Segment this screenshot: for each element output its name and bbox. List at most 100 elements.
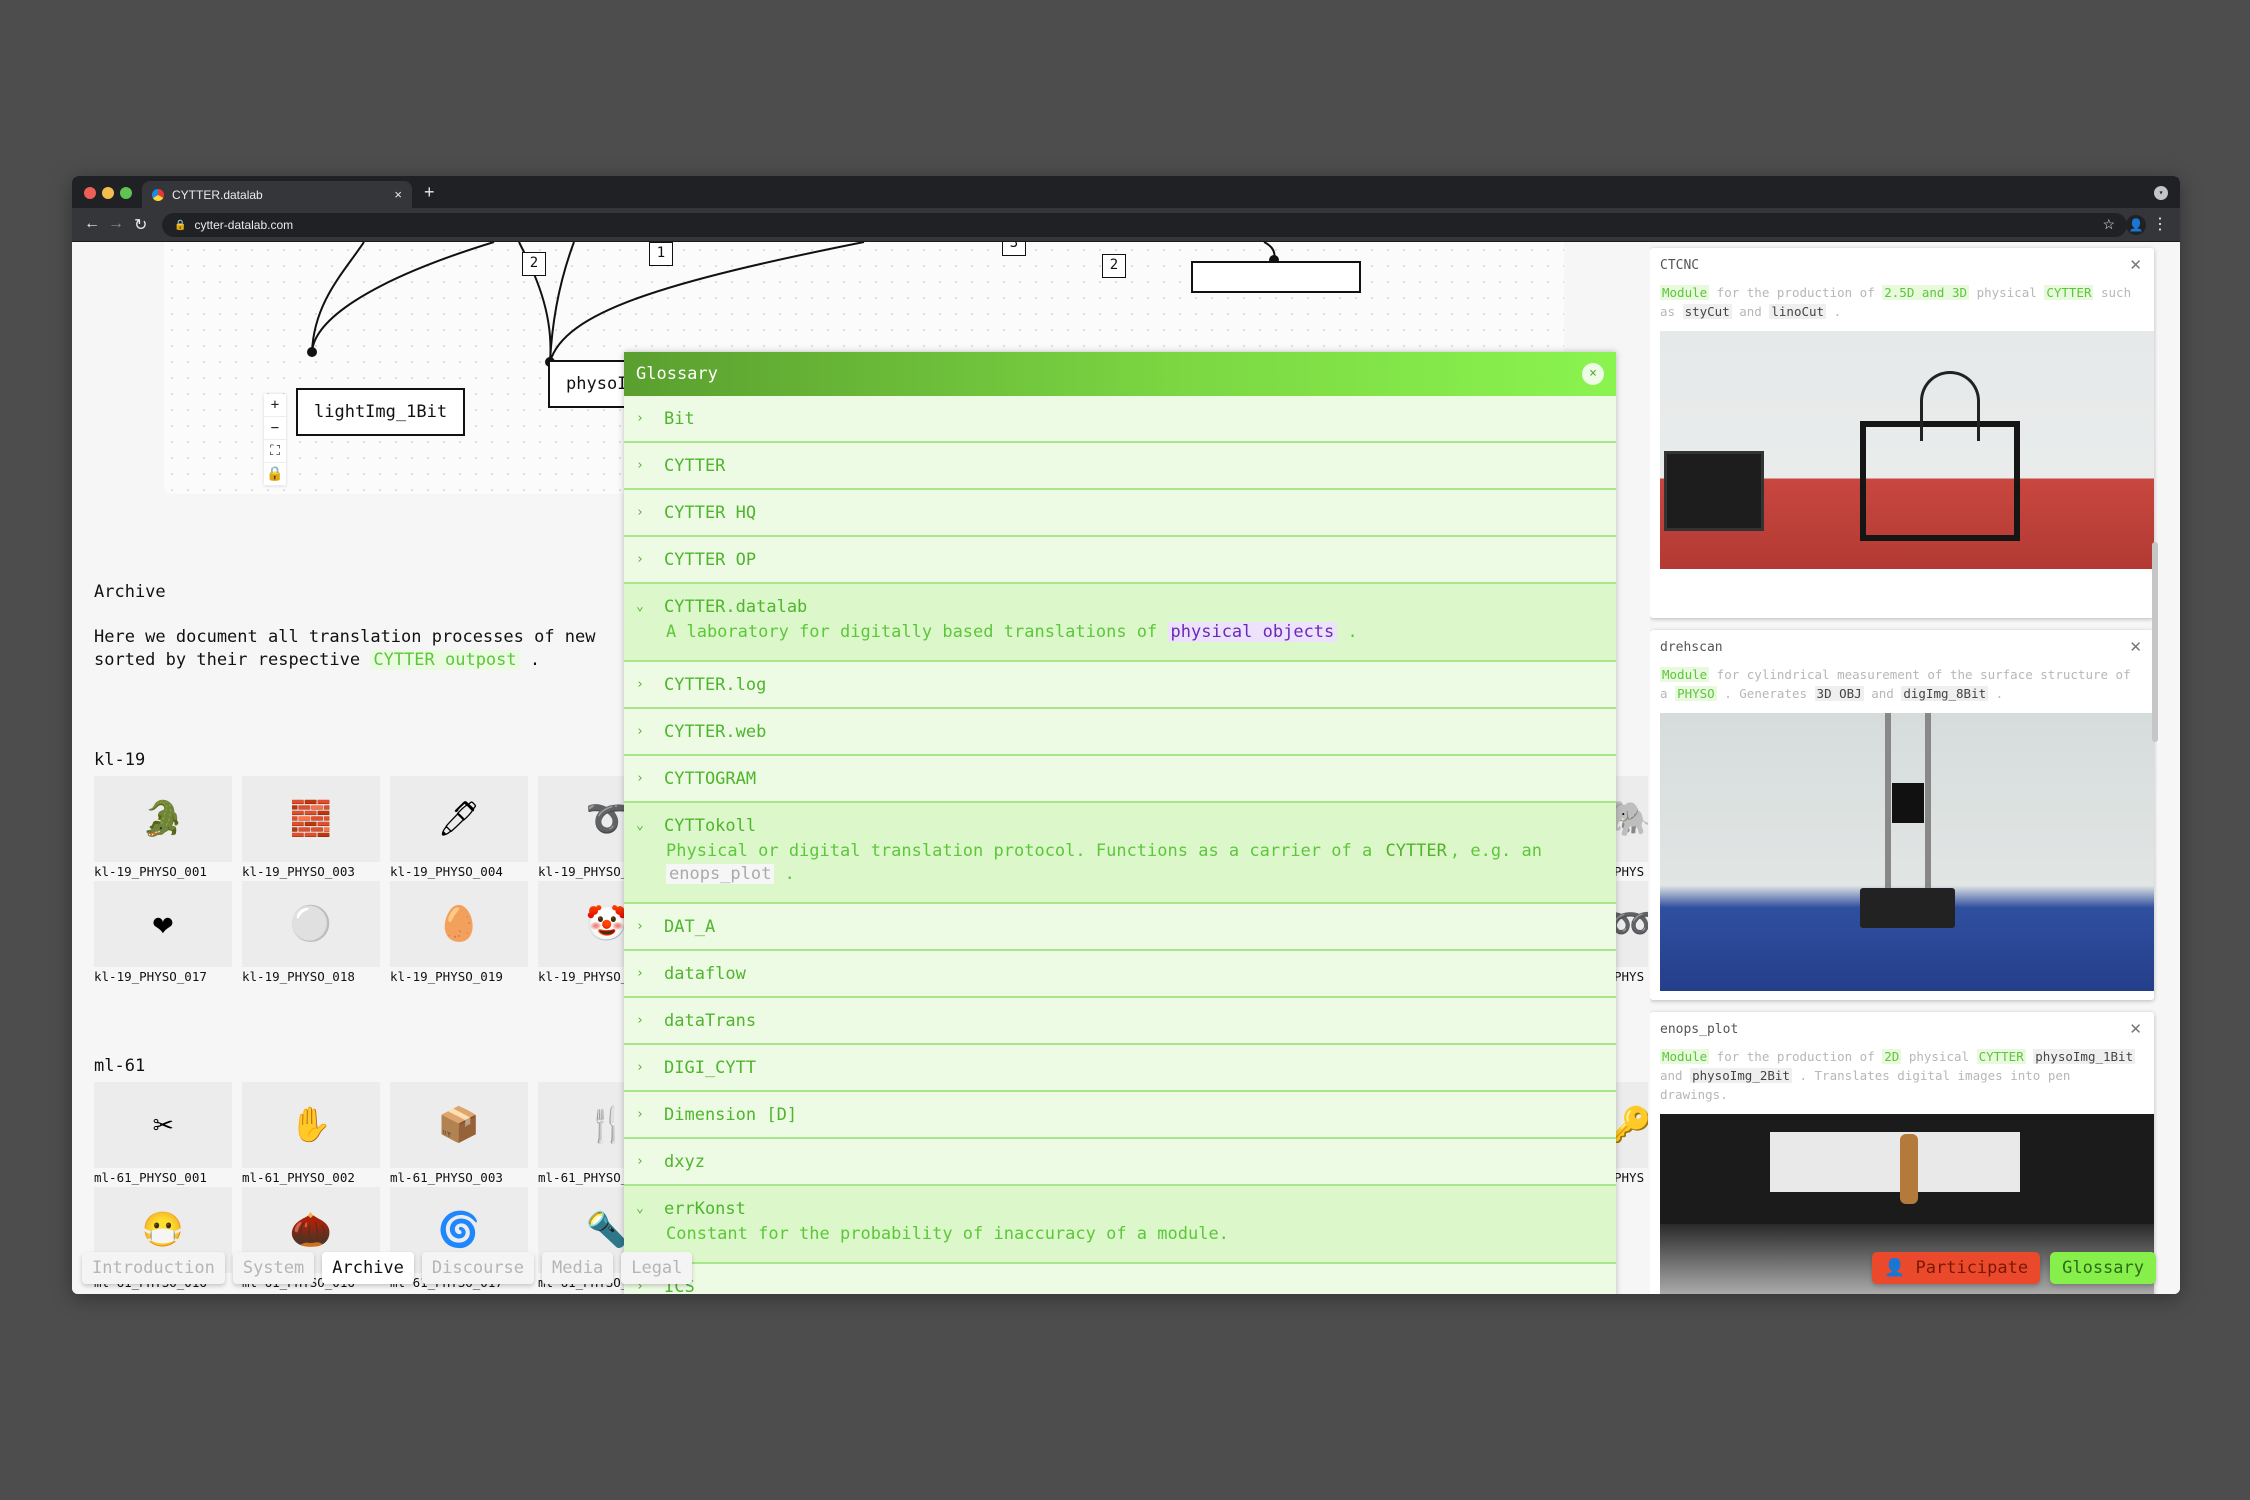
term-chip[interactable]: CYTTER: [1976, 1049, 2026, 1064]
card-close-icon[interactable]: ✕: [2129, 1020, 2142, 1038]
term-chip[interactable]: styCut: [1682, 304, 1732, 319]
glossary-close-icon[interactable]: ×: [1582, 363, 1604, 385]
term-chip[interactable]: physoImg_1Bit: [2033, 1049, 2136, 1064]
fit-view-button[interactable]: ⛶: [264, 440, 286, 463]
lock-button[interactable]: 🔒: [264, 463, 286, 486]
archive-item[interactable]: ✂ ml-61_PHYSO_001: [94, 1082, 232, 1187]
glossary-item-header[interactable]: › Dimension [D]: [624, 1092, 1616, 1137]
glossary-item-header[interactable]: › CYTTER OP: [624, 537, 1616, 582]
glossary-link[interactable]: enops_plot: [666, 864, 775, 884]
glossary-item-header[interactable]: › CYTTER.log: [624, 662, 1616, 707]
term-chip[interactable]: 2.5D and 3D: [1882, 285, 1970, 300]
glossary-link[interactable]: physical objects: [1167, 622, 1338, 642]
glossary-item-header[interactable]: › dxyz: [624, 1139, 1616, 1184]
card-title: drehscan: [1660, 640, 1723, 655]
nav-archive-button[interactable]: Archive: [322, 1252, 414, 1284]
nav-legal-button[interactable]: Legal: [621, 1252, 693, 1284]
card-close-icon[interactable]: ✕: [2129, 256, 2142, 274]
term-chip[interactable]: physoImg_2Bit: [1690, 1068, 1792, 1083]
archive-item[interactable]: ⚪ kl-19_PHYSO_018: [242, 881, 380, 986]
reload-button[interactable]: ↻: [134, 215, 147, 235]
glossary-item[interactable]: ⌄ errKonst Constant for the probability of…: [624, 1186, 1616, 1264]
glossary-item[interactable]: › Dimension [D]: [624, 1092, 1616, 1139]
glossary-item[interactable]: › Bit: [624, 396, 1616, 443]
term-chip[interactable]: Module: [1660, 1049, 1710, 1064]
glossary-item-header[interactable]: › DIGI_CYTT: [624, 1045, 1616, 1090]
glossary-item[interactable]: ⌄ CYTTokoll Physical or digital translatio…: [624, 803, 1616, 904]
minimize-window-button[interactable]: [102, 187, 114, 199]
new-tab-button[interactable]: +: [424, 182, 435, 203]
forward-button[interactable]: →: [108, 215, 124, 233]
archive-item[interactable]: 🧱 kl-19_PHYSO_003: [242, 776, 380, 881]
glossary-item-header[interactable]: › dataflow: [624, 951, 1616, 996]
archive-item[interactable]: ❤ kl-19_PHYSO_017: [94, 881, 232, 986]
card-close-icon[interactable]: ✕: [2129, 638, 2142, 656]
glossary-item-header[interactable]: › CYTTER: [624, 443, 1616, 488]
desc-text: sorted by their respective: [94, 650, 371, 670]
url-text[interactable]: cytter-datalab.com: [194, 218, 293, 232]
term-chip[interactable]: PHYSO: [1675, 686, 1717, 701]
glossary-item[interactable]: › DIGI_CYTT: [624, 1045, 1616, 1092]
browser-tab[interactable]: CYTTER.datalab ×: [142, 181, 412, 208]
archive-item[interactable]: 🖊 kl-19_PHYSO_004: [390, 776, 528, 881]
term-chip[interactable]: 2D: [1882, 1049, 1902, 1064]
tab-close-icon[interactable]: ×: [394, 187, 402, 202]
tab-search-icon[interactable]: ▾: [2154, 186, 2168, 200]
nav-system-button[interactable]: System: [232, 1252, 315, 1284]
profile-icon[interactable]: 👤: [2126, 215, 2146, 235]
nav-introduction-button[interactable]: Introduction: [82, 1252, 225, 1284]
bookmark-star-icon[interactable]: ☆: [2102, 216, 2115, 233]
glossary-item-header[interactable]: › dataTrans: [624, 998, 1616, 1043]
diagram-node[interactable]: lightImg_1Bit: [296, 388, 466, 436]
nav-media-button[interactable]: Media: [542, 1252, 614, 1284]
glossary-item[interactable]: › CYTTER HQ: [624, 490, 1616, 537]
browser-menu-icon[interactable]: ⋮: [2152, 214, 2168, 234]
term-chip[interactable]: linoCut: [1769, 304, 1827, 319]
term-chip[interactable]: CYTTER: [2044, 285, 2094, 300]
glossary-item-header[interactable]: › CYTTOGRAM: [624, 756, 1616, 801]
glossary-item[interactable]: › CYTTOGRAM: [624, 756, 1616, 803]
glossary-link[interactable]: CYTTER: [1382, 841, 1450, 861]
archive-item[interactable]: 🥚 kl-19_PHYSO_019: [390, 881, 528, 986]
glossary-item[interactable]: › dxyz: [624, 1139, 1616, 1186]
archive-item[interactable]: 📦 ml-61_PHYSO_003: [390, 1082, 528, 1187]
archive-peek[interactable]: 🔑 PHYS: [1614, 1082, 1648, 1187]
participate-button[interactable]: 👤 Participate: [1872, 1252, 2041, 1284]
archive-peek[interactable]: 🐘 PHYS: [1614, 776, 1648, 881]
term-chip[interactable]: Module: [1660, 667, 1710, 682]
close-window-button[interactable]: [84, 187, 96, 199]
maximize-window-button[interactable]: [120, 187, 132, 199]
zoom-in-button[interactable]: +: [264, 394, 286, 417]
glossary-item[interactable]: › ICS: [624, 1264, 1616, 1295]
module-card-ctcnc[interactable]: CTCNC ✕ Module for the production of 2.5…: [1650, 248, 2154, 618]
glossary-item-header[interactable]: › CYTTER HQ: [624, 490, 1616, 535]
term-chip[interactable]: 3D OBJ: [1814, 686, 1864, 701]
glossary-item[interactable]: › CYTTER: [624, 443, 1616, 490]
glossary-item[interactable]: › CYTTER.web: [624, 709, 1616, 756]
glossary-item[interactable]: › CYTTER OP: [624, 537, 1616, 584]
glossary-item-header[interactable]: › CYTTER.web: [624, 709, 1616, 754]
archive-item[interactable]: ✋ ml-61_PHYSO_002: [242, 1082, 380, 1187]
glossary-item-header[interactable]: › ICS: [624, 1264, 1616, 1295]
nav-discourse-button[interactable]: Discourse: [421, 1252, 535, 1284]
archive-description: Here we document all translation process…: [94, 626, 634, 672]
lock-icon: 🔒: [174, 219, 187, 231]
glossary-item[interactable]: › DAT_A: [624, 904, 1616, 951]
glossary-button[interactable]: Glossary: [2050, 1252, 2156, 1284]
term-chip[interactable]: digImg_8Bit: [1901, 686, 1989, 701]
glossary-item-header[interactable]: › Bit: [624, 396, 1616, 441]
glossary-item[interactable]: › CYTTER.log: [624, 662, 1616, 709]
term-chip[interactable]: Module: [1660, 285, 1710, 300]
glossary-item[interactable]: ⌄ CYTTER.datalab A laboratory for digitall…: [624, 584, 1616, 662]
glossary-item-header[interactable]: › DAT_A: [624, 904, 1616, 949]
glossary-item[interactable]: › dataTrans: [624, 998, 1616, 1045]
archive-peek[interactable]: ➿ PHYS: [1614, 881, 1648, 986]
zoom-out-button[interactable]: −: [264, 417, 286, 440]
address-bar[interactable]: 🔒 cytter-datalab.com ☆: [162, 213, 2127, 237]
panel-scrollbar[interactable]: [2152, 542, 2158, 742]
back-button[interactable]: ←: [84, 215, 100, 233]
glossary-item[interactable]: › dataflow: [624, 951, 1616, 998]
module-card-drehscan[interactable]: drehscan ✕ Module for cylindrical measur…: [1650, 630, 2154, 1000]
archive-item[interactable]: 🐊 kl-19_PHYSO_001: [94, 776, 232, 881]
cytter-outpost-link[interactable]: CYTTER outpost: [370, 650, 520, 670]
